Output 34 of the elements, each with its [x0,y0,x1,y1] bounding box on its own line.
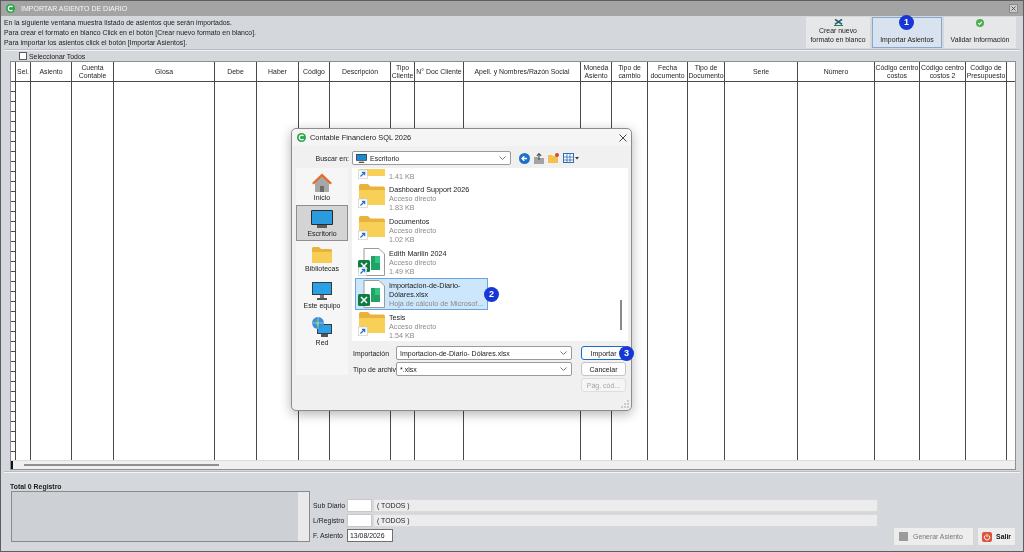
close-icon[interactable] [1009,4,1018,13]
home-icon [312,173,332,192]
spreadsheet-shortcut-icon [358,248,385,276]
back-icon[interactable] [519,152,530,164]
network-icon [312,316,332,337]
scrollbar-thumb[interactable] [24,464,219,466]
select-all-checkbox[interactable] [19,52,27,60]
x-mark-icon [833,19,843,26]
marker-icon [11,461,13,469]
resize-grip-icon[interactable] [621,400,629,408]
chevron-down-icon [499,156,506,160]
folder-shortcut-icon [358,216,385,240]
app-logo-icon [297,133,306,142]
computer-icon [312,281,332,300]
folder-icon [312,246,332,263]
new-folder-icon[interactable] [548,153,559,163]
up-folder-icon[interactable] [534,152,544,164]
vertical-scrollbar[interactable] [298,492,309,541]
monitor-icon [311,209,333,228]
power-icon [982,531,993,542]
view-menu-icon[interactable] [563,153,579,163]
monitor-icon [356,153,367,163]
check-icon [976,19,984,27]
spreadsheet-file-icon [358,280,385,308]
folder-shortcut-icon [358,184,385,208]
folder-shortcut-icon [358,312,385,336]
close-icon[interactable] [619,133,627,142]
chevron-down-icon [560,351,567,355]
code-input-field[interactable] [347,514,372,527]
square-icon [899,532,909,541]
app-logo-icon [6,4,15,13]
scrollbar-thumb[interactable] [620,300,622,330]
chevron-down-icon [560,367,567,371]
code-input-field[interactable] [347,499,372,512]
